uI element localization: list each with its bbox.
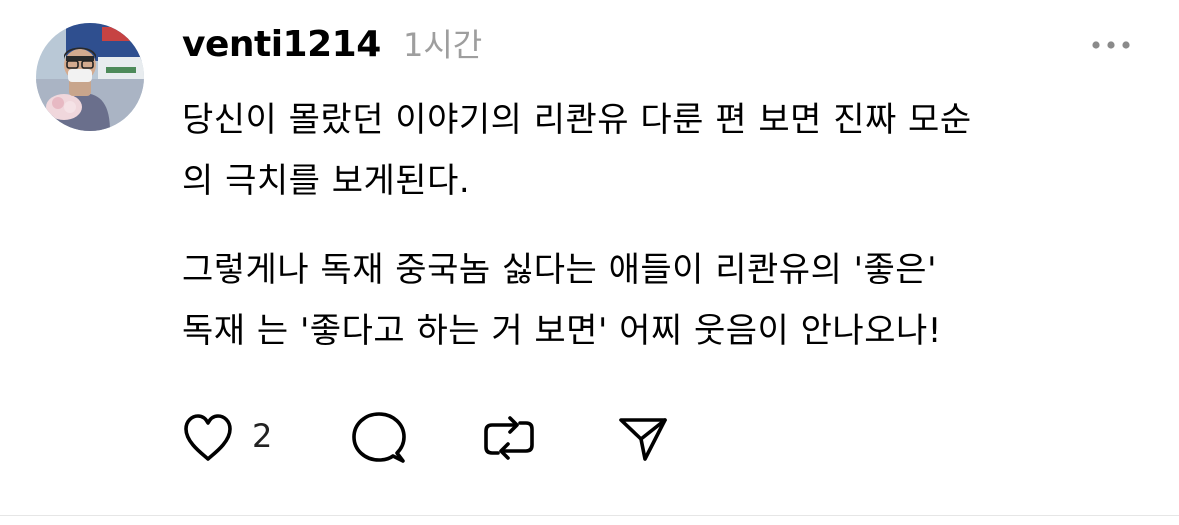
- post-divider: [0, 515, 1179, 516]
- speech-bubble-icon: [352, 412, 406, 463]
- post-paragraph-1: 당신이 몰랐던 이야기의 리콴유 다룬 편 보면 진짜 모순 의 극치를 보게된…: [182, 90, 1142, 212]
- profile-photo-icon: [36, 23, 144, 131]
- post-text-line: 당신이 몰랐던 이야기의 리콴유 다룬 편 보면 진짜 모순: [182, 100, 972, 140]
- more-horizontal-icon: [1092, 41, 1130, 49]
- send-icon: [619, 418, 667, 461]
- share-button[interactable]: [616, 406, 670, 470]
- post-paragraph-2: 그렇게나 독재 중국놈 싫다는 애들이 리콴유의 '좋은' 독재 는 '좋다고 …: [182, 240, 1142, 362]
- more-options-button[interactable]: [1085, 30, 1137, 60]
- username[interactable]: venti1214: [182, 20, 381, 70]
- reply-button[interactable]: [350, 406, 408, 470]
- like-button[interactable]: [180, 406, 236, 470]
- avatar[interactable]: [36, 23, 144, 131]
- like-count: 2: [252, 417, 273, 455]
- repost-button[interactable]: [480, 406, 538, 470]
- post-timestamp: 1시간: [403, 26, 483, 64]
- post-text-line: 그렇게나 독재 중국놈 싫다는 애들이 리콴유의 '좋은': [182, 250, 937, 290]
- heart-icon: [184, 414, 232, 461]
- post-text-line: 의 극치를 보게된다.: [182, 161, 471, 201]
- repost-icon: [484, 416, 534, 460]
- post-text-line: 독재 는 '좋다고 하는 거 보면' 어찌 웃음이 안나오나!: [182, 311, 942, 351]
